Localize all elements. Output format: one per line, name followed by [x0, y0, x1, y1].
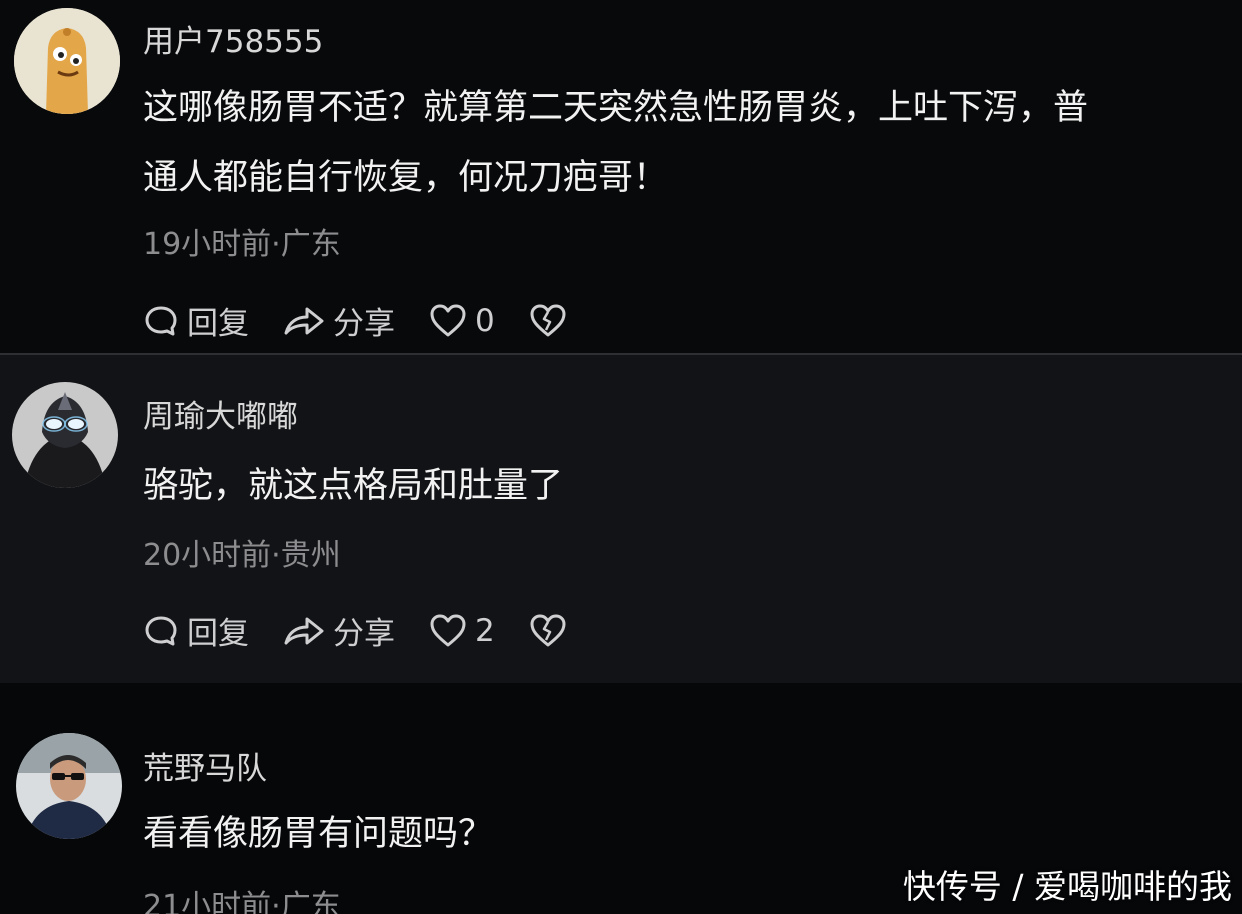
comment-meta: 20小时前·贵州 [143, 538, 341, 573]
reply-label: 回复 [187, 616, 249, 652]
username[interactable]: 荒野马队 [143, 743, 267, 788]
heart-icon [430, 304, 466, 336]
speech-bubble-icon [145, 616, 177, 645]
reply-button[interactable]: 回复 [143, 298, 249, 343]
like-button[interactable]: 0 [429, 303, 495, 339]
comment-text-line-1: 看看像肠胃有问题吗？ [143, 814, 494, 854]
share-button[interactable]: 分享 [283, 608, 395, 653]
avatar[interactable] [16, 733, 122, 839]
broken-heart-icon [530, 304, 566, 336]
share-button[interactable]: 分享 [283, 298, 395, 343]
comment-meta: 21小时前·广东 [143, 889, 341, 914]
share-arrow-icon [284, 307, 324, 334]
like-count: 2 [475, 612, 495, 649]
like-count: 0 [475, 302, 495, 339]
speech-bubble-icon [145, 306, 177, 335]
reply-button[interactable]: 回复 [143, 608, 249, 653]
dislike-button[interactable] [529, 613, 575, 649]
avatar-cartoon-icon [14, 8, 120, 114]
broken-heart-icon [530, 614, 566, 646]
username[interactable]: 周瑜大嘟嘟 [143, 391, 298, 436]
heart-icon [430, 614, 466, 646]
like-button[interactable]: 2 [429, 613, 495, 649]
share-label: 分享 [333, 306, 395, 342]
avatar-photo-icon [16, 733, 122, 839]
share-arrow-icon [284, 617, 324, 644]
avatar[interactable] [14, 8, 120, 114]
avatar-hero-icon [12, 382, 118, 488]
comment-item-2: 周瑜大嘟嘟 骆驼，就这点格局和肚量了 20小时前·贵州 回复 分享 2 [0, 355, 1242, 683]
dislike-button[interactable] [529, 303, 575, 339]
comment-item-1: 用户758555 这哪像肠胃不适？就算第二天突然急性肠胃炎，上吐下泻，普 通人都… [0, 0, 1242, 354]
comment-text-line-2: 通人都能自行恢复，何况刀疤哥！ [143, 158, 669, 198]
watermark: 快传号 / 爱喝咖啡的我 [902, 867, 1232, 906]
share-label: 分享 [333, 616, 395, 652]
username[interactable]: 用户758555 [143, 16, 323, 61]
comment-text-line-1: 这哪像肠胃不适？就算第二天突然急性肠胃炎，上吐下泻，普 [143, 88, 1089, 128]
comment-text-line-1: 骆驼，就这点格局和肚量了 [143, 466, 564, 506]
reply-label: 回复 [187, 306, 249, 342]
avatar[interactable] [12, 382, 118, 488]
comment-meta: 19小时前·广东 [143, 227, 341, 262]
